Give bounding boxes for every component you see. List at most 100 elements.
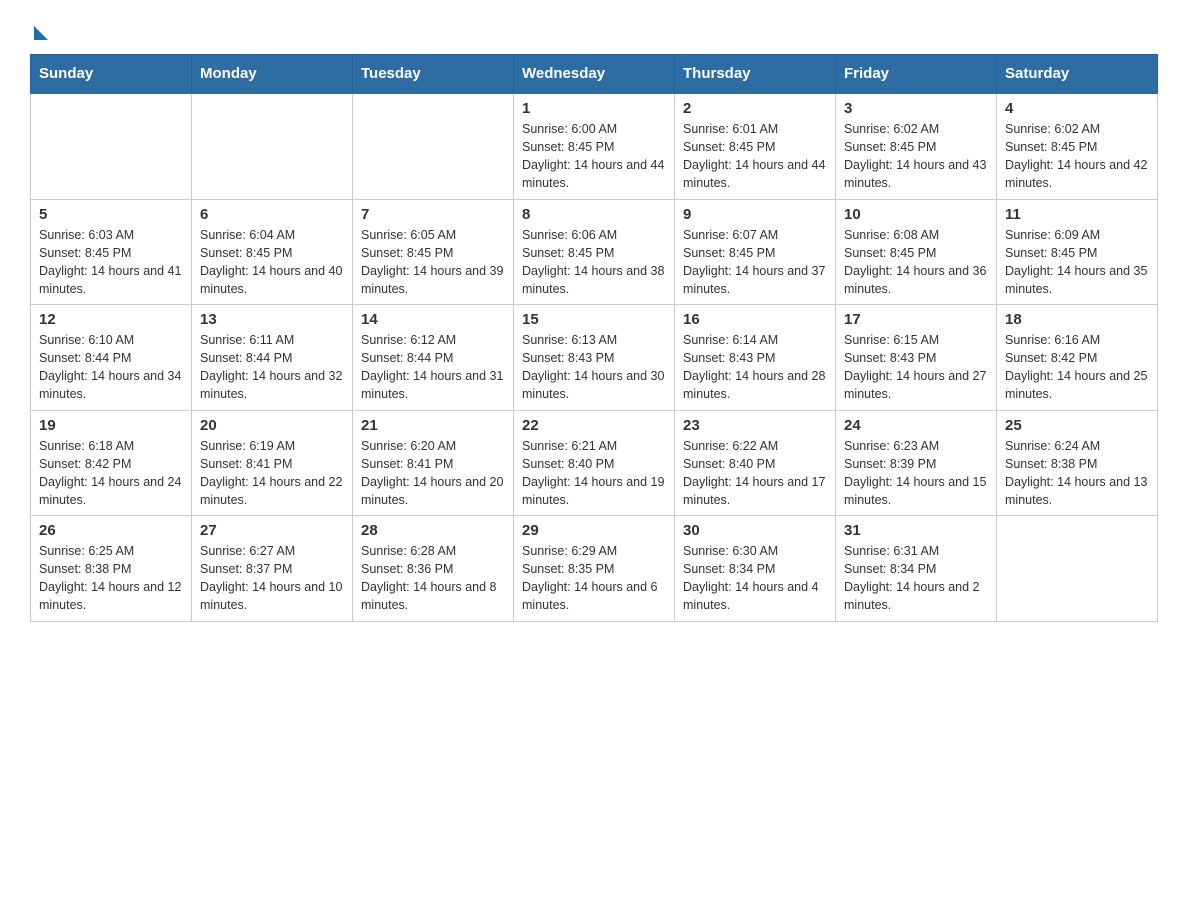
calendar-cell: [997, 516, 1158, 622]
day-number: 25: [1005, 417, 1149, 434]
day-number: 30: [683, 522, 827, 539]
calendar-cell: 4Sunrise: 6:02 AMSunset: 8:45 PMDaylight…: [997, 93, 1158, 199]
day-number: 5: [39, 206, 183, 223]
calendar-cell: 28 Sunrise: 6:28 AMSunset: 8:36 PMDayligh…: [353, 516, 514, 622]
day-number: 22: [522, 417, 666, 434]
weekday-header-thursday: Thursday: [675, 55, 836, 94]
weekday-header-tuesday: Tuesday: [353, 55, 514, 94]
calendar-week-0: 1 Sunrise: 6:00 AMSunset: 8:45 PMDaylight…: [31, 93, 1158, 199]
day-info: Sunrise: 6:12 AMSunset: 8:44 PMDaylight:…: [361, 331, 505, 404]
day-number: 19: [39, 417, 183, 434]
day-number: 31: [844, 522, 988, 539]
calendar-cell: 17 Sunrise: 6:15 AMSunset: 8:43 PMDayligh…: [836, 305, 997, 411]
day-info: Sunrise: 6:13 AMSunset: 8:43 PMDaylight:…: [522, 331, 666, 404]
day-number: 4: [1005, 100, 1149, 117]
day-info: Sunrise: 6:14 AMSunset: 8:43 PMDaylight:…: [683, 331, 827, 404]
day-number: 29: [522, 522, 666, 539]
day-info: Sunrise: 6:10 AMSunset: 8:44 PMDaylight:…: [39, 331, 183, 404]
calendar-cell: 7 Sunrise: 6:05 AMSunset: 8:45 PMDaylight…: [353, 199, 514, 305]
calendar-cell: 16Sunrise: 6:14 AMSunset: 8:43 PMDayligh…: [675, 305, 836, 411]
day-number: 21: [361, 417, 505, 434]
day-info: Sunrise: 6:24 AMSunset: 8:38 PMDaylight:…: [1005, 437, 1149, 510]
day-info: Sunrise: 6:08 AMSunset: 8:45 PMDaylight:…: [844, 226, 988, 299]
day-number: 17: [844, 311, 988, 328]
day-number: 7: [361, 206, 505, 223]
day-info: Sunrise: 6:03 AMSunset: 8:45 PMDaylight:…: [39, 226, 183, 299]
calendar-cell: 27 Sunrise: 6:27 AMSunset: 8:37 PMDayligh…: [192, 516, 353, 622]
day-number: 13: [200, 311, 344, 328]
calendar-body: 1 Sunrise: 6:00 AMSunset: 8:45 PMDaylight…: [31, 93, 1158, 621]
day-number: 27: [200, 522, 344, 539]
logo: [30, 26, 48, 38]
day-info: Sunrise: 6:31 AMSunset: 8:34 PMDaylight:…: [844, 542, 988, 615]
day-number: 18: [1005, 311, 1149, 328]
calendar-cell: 21 Sunrise: 6:20 AMSunset: 8:41 PMDayligh…: [353, 410, 514, 516]
calendar-header: SundayMondayTuesdayWednesdayThursdayFrid…: [31, 55, 1158, 94]
day-info: Sunrise: 6:00 AMSunset: 8:45 PMDaylight:…: [522, 120, 666, 193]
calendar-cell: [31, 93, 192, 199]
day-info: Sunrise: 6:29 AMSunset: 8:35 PMDaylight:…: [522, 542, 666, 615]
day-number: 20: [200, 417, 344, 434]
day-number: 24: [844, 417, 988, 434]
calendar-week-1: 5 Sunrise: 6:03 AMSunset: 8:45 PMDaylight…: [31, 199, 1158, 305]
logo-triangle-icon: [34, 26, 48, 40]
calendar-cell: 6Sunrise: 6:04 AMSunset: 8:45 PMDaylight…: [192, 199, 353, 305]
day-info: Sunrise: 6:16 AMSunset: 8:42 PMDaylight:…: [1005, 331, 1149, 404]
day-info: Sunrise: 6:20 AMSunset: 8:41 PMDaylight:…: [361, 437, 505, 510]
weekday-header-friday: Friday: [836, 55, 997, 94]
calendar-cell: 3Sunrise: 6:02 AMSunset: 8:45 PMDaylight…: [836, 93, 997, 199]
calendar-cell: 31 Sunrise: 6:31 AMSunset: 8:34 PMDayligh…: [836, 516, 997, 622]
calendar-cell: 18 Sunrise: 6:16 AMSunset: 8:42 PMDayligh…: [997, 305, 1158, 411]
day-number: 3: [844, 100, 988, 117]
calendar-cell: 9Sunrise: 6:07 AMSunset: 8:45 PMDaylight…: [675, 199, 836, 305]
calendar-cell: 14Sunrise: 6:12 AMSunset: 8:44 PMDayligh…: [353, 305, 514, 411]
day-number: 2: [683, 100, 827, 117]
calendar-cell: 23 Sunrise: 6:22 AMSunset: 8:40 PMDayligh…: [675, 410, 836, 516]
day-number: 12: [39, 311, 183, 328]
calendar-cell: 19 Sunrise: 6:18 AMSunset: 8:42 PMDayligh…: [31, 410, 192, 516]
calendar-cell: 13 Sunrise: 6:11 AMSunset: 8:44 PMDayligh…: [192, 305, 353, 411]
day-info: Sunrise: 6:09 AMSunset: 8:45 PMDaylight:…: [1005, 226, 1149, 299]
day-info: Sunrise: 6:19 AMSunset: 8:41 PMDaylight:…: [200, 437, 344, 510]
day-number: 1: [522, 100, 666, 117]
day-info: Sunrise: 6:25 AMSunset: 8:38 PMDaylight:…: [39, 542, 183, 615]
calendar-cell: 24 Sunrise: 6:23 AMSunset: 8:39 PMDayligh…: [836, 410, 997, 516]
day-info: Sunrise: 6:18 AMSunset: 8:42 PMDaylight:…: [39, 437, 183, 510]
calendar-cell: 2 Sunrise: 6:01 AMSunset: 8:45 PMDaylight…: [675, 93, 836, 199]
weekday-header-wednesday: Wednesday: [514, 55, 675, 94]
calendar-table: SundayMondayTuesdayWednesdayThursdayFrid…: [30, 54, 1158, 622]
day-info: Sunrise: 6:01 AMSunset: 8:45 PMDaylight:…: [683, 120, 827, 193]
day-number: 6: [200, 206, 344, 223]
calendar-cell: 1 Sunrise: 6:00 AMSunset: 8:45 PMDaylight…: [514, 93, 675, 199]
calendar-cell: 20 Sunrise: 6:19 AMSunset: 8:41 PMDayligh…: [192, 410, 353, 516]
day-info: Sunrise: 6:23 AMSunset: 8:39 PMDaylight:…: [844, 437, 988, 510]
calendar-week-3: 19 Sunrise: 6:18 AMSunset: 8:42 PMDayligh…: [31, 410, 1158, 516]
day-info: Sunrise: 6:15 AMSunset: 8:43 PMDaylight:…: [844, 331, 988, 404]
day-info: Sunrise: 6:28 AMSunset: 8:36 PMDaylight:…: [361, 542, 505, 615]
day-number: 8: [522, 206, 666, 223]
calendar-cell: 11 Sunrise: 6:09 AMSunset: 8:45 PMDayligh…: [997, 199, 1158, 305]
day-number: 10: [844, 206, 988, 223]
day-info: Sunrise: 6:11 AMSunset: 8:44 PMDaylight:…: [200, 331, 344, 404]
day-number: 28: [361, 522, 505, 539]
day-number: 23: [683, 417, 827, 434]
weekday-header-sunday: Sunday: [31, 55, 192, 94]
day-info: Sunrise: 6:07 AMSunset: 8:45 PMDaylight:…: [683, 226, 827, 299]
day-info: Sunrise: 6:21 AMSunset: 8:40 PMDaylight:…: [522, 437, 666, 510]
day-info: Sunrise: 6:30 AMSunset: 8:34 PMDaylight:…: [683, 542, 827, 615]
day-info: Sunrise: 6:06 AMSunset: 8:45 PMDaylight:…: [522, 226, 666, 299]
calendar-cell: [192, 93, 353, 199]
day-number: 15: [522, 311, 666, 328]
calendar-cell: 25 Sunrise: 6:24 AMSunset: 8:38 PMDayligh…: [997, 410, 1158, 516]
calendar-cell: [353, 93, 514, 199]
day-number: 11: [1005, 206, 1149, 223]
weekday-header-row: SundayMondayTuesdayWednesdayThursdayFrid…: [31, 55, 1158, 94]
calendar-week-4: 26Sunrise: 6:25 AMSunset: 8:38 PMDayligh…: [31, 516, 1158, 622]
calendar-week-2: 12 Sunrise: 6:10 AMSunset: 8:44 PMDayligh…: [31, 305, 1158, 411]
calendar-cell: 10 Sunrise: 6:08 AMSunset: 8:45 PMDayligh…: [836, 199, 997, 305]
calendar-cell: 22 Sunrise: 6:21 AMSunset: 8:40 PMDayligh…: [514, 410, 675, 516]
day-info: Sunrise: 6:27 AMSunset: 8:37 PMDaylight:…: [200, 542, 344, 615]
day-info: Sunrise: 6:05 AMSunset: 8:45 PMDaylight:…: [361, 226, 505, 299]
day-info: Sunrise: 6:22 AMSunset: 8:40 PMDaylight:…: [683, 437, 827, 510]
weekday-header-monday: Monday: [192, 55, 353, 94]
